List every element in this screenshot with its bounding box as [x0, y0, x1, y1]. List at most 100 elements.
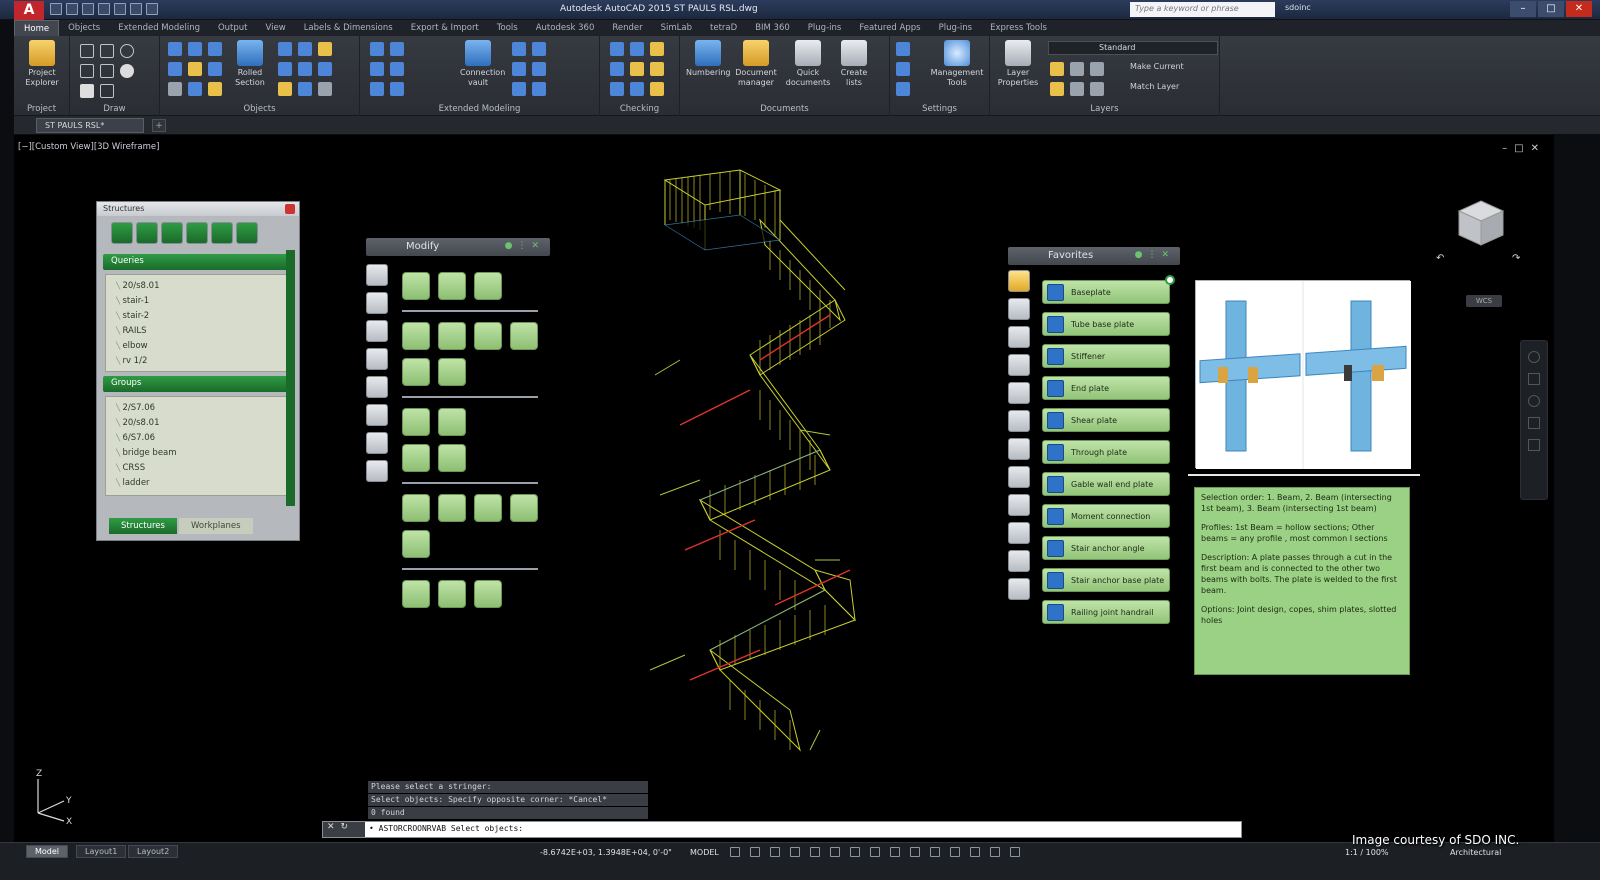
column-split-icon[interactable]: [474, 494, 502, 522]
export-icon[interactable]: [211, 222, 233, 244]
wrench-icon[interactable]: [366, 292, 388, 314]
view-icon[interactable]: [236, 222, 258, 244]
layer-isolate-icon[interactable]: [1050, 82, 1064, 96]
rectangle-icon[interactable]: [100, 64, 114, 78]
beam-icon[interactable]: [168, 42, 182, 56]
tab-workplanes[interactable]: Workplanes: [178, 518, 253, 534]
star-icon[interactable]: [1008, 270, 1030, 292]
modify-toolbar-header[interactable]: Modify ●⋮✕: [366, 238, 550, 256]
model-space-toggle[interactable]: MODEL: [690, 848, 719, 857]
save-icon[interactable]: [82, 3, 94, 15]
weld-icon[interactable]: [188, 62, 202, 76]
shape-plate-icon[interactable]: [402, 494, 430, 522]
lineweight-toggle-icon[interactable]: [850, 847, 860, 857]
new-group-icon[interactable]: [111, 222, 133, 244]
document-tab[interactable]: ST PAULS RSL*: [36, 118, 144, 133]
layer-lock-icon[interactable]: [1090, 62, 1104, 76]
numbering-button[interactable]: Numbering: [686, 40, 731, 78]
ucs-icon[interactable]: [366, 348, 388, 370]
transparency-toggle-icon[interactable]: [870, 847, 880, 857]
list-item[interactable]: rv 1/2: [116, 354, 280, 369]
fav-moment-connection[interactable]: Moment connection: [1042, 504, 1170, 528]
validate-icon[interactable]: [650, 82, 664, 96]
collision-icon[interactable]: [630, 42, 644, 56]
osnap-toggle-icon[interactable]: [810, 847, 820, 857]
tab-render[interactable]: Render: [603, 20, 651, 36]
scatter-icon[interactable]: [438, 358, 466, 386]
list-item[interactable]: stair-1: [116, 294, 280, 309]
special-part-icon[interactable]: [318, 42, 332, 56]
settings-1-icon[interactable]: [896, 42, 910, 56]
command-line-buttons[interactable]: ✕↻: [323, 822, 365, 837]
shorten-icon[interactable]: [208, 62, 222, 76]
split-icon[interactable]: [402, 358, 430, 386]
3d-osnap-icon[interactable]: [910, 847, 920, 857]
anchor-icon[interactable]: [278, 62, 292, 76]
selection-filter-icon[interactable]: [950, 847, 960, 857]
undo-icon[interactable]: [130, 3, 142, 15]
line-icon[interactable]: [80, 44, 94, 58]
splice-icon[interactable]: [1008, 382, 1030, 404]
poly-beam-icon[interactable]: [298, 42, 312, 56]
array-icon[interactable]: [474, 322, 502, 350]
tab-layout1[interactable]: Layout1: [76, 845, 127, 858]
frame-plate-icon[interactable]: [402, 530, 430, 558]
queries-header[interactable]: Queries: [103, 254, 293, 270]
ortho-toggle-icon[interactable]: [770, 847, 780, 857]
fav-baseplate[interactable]: Baseplate: [1042, 280, 1170, 304]
pin-icon[interactable]: [1165, 275, 1175, 285]
audit-icon[interactable]: [650, 42, 664, 56]
favorites-header[interactable]: Favorites ●⋮✕: [1008, 247, 1180, 265]
list-item[interactable]: elbow: [116, 339, 280, 354]
display-icon[interactable]: [610, 82, 624, 96]
make-current-button[interactable]: Make Current: [1130, 62, 1184, 71]
tab-export-import[interactable]: Export & Import: [402, 20, 488, 36]
connection-vault-button[interactable]: Connection vault: [460, 40, 505, 88]
plate-icon[interactable]: [208, 42, 222, 56]
rectangle-plate-icon[interactable]: [402, 408, 430, 436]
fav-shear-plate[interactable]: Shear plate: [1042, 408, 1170, 432]
tab-output[interactable]: Output: [209, 20, 257, 36]
column-connection-icon[interactable]: [1008, 326, 1030, 348]
list-icon[interactable]: [161, 222, 183, 244]
create-lists-button[interactable]: Create lists: [834, 40, 874, 88]
annotation-visibility-icon[interactable]: [990, 847, 1000, 857]
quick-documents-button[interactable]: Quick documents: [784, 40, 832, 88]
list-item[interactable]: 2/S7.06: [116, 401, 280, 416]
spline-icon[interactable]: [80, 64, 94, 78]
slot-icon[interactable]: [402, 580, 430, 608]
project-explorer-button[interactable]: Project Explorer: [24, 40, 60, 88]
grid-icon[interactable]: [168, 82, 182, 96]
fav-railing-joint-handrail[interactable]: Railing joint handrail: [1042, 600, 1170, 624]
minimize-icon[interactable]: –: [1510, 1, 1536, 17]
tab-extended-modeling[interactable]: Extended Modeling: [109, 20, 209, 36]
list-item[interactable]: RAILS: [116, 324, 280, 339]
tab-labels-dimensions[interactable]: Labels & Dimensions: [295, 20, 402, 36]
tab-tetrad[interactable]: tetraD: [701, 20, 746, 36]
marker-icon[interactable]: [610, 62, 624, 76]
list-item[interactable]: 20/s8.01: [116, 279, 280, 294]
joint-3-icon[interactable]: [512, 62, 526, 76]
tab-structures[interactable]: Structures: [109, 518, 177, 534]
search-input[interactable]: Type a keyword or phrase: [1130, 2, 1275, 17]
miter-icon[interactable]: [208, 82, 222, 96]
column-icon[interactable]: [188, 42, 202, 56]
tab-objects[interactable]: Objects: [59, 20, 109, 36]
stud-icon[interactable]: [278, 82, 292, 96]
print-icon[interactable]: [114, 3, 126, 15]
pan-icon[interactable]: [1528, 373, 1540, 385]
save-as-icon[interactable]: [98, 3, 110, 15]
orbit-icon[interactable]: [1528, 417, 1540, 429]
layer-off-icon[interactable]: [1070, 82, 1084, 96]
user-account[interactable]: sdoinc: [1285, 3, 1311, 12]
pen-icon[interactable]: [366, 264, 388, 286]
new-file-icon[interactable]: [50, 3, 62, 15]
rotate-icon[interactable]: [402, 322, 430, 350]
viewport-label[interactable]: [−][Custom View][3D Wireframe]: [18, 142, 159, 152]
search-model-icon[interactable]: [630, 62, 644, 76]
region-icon[interactable]: [100, 84, 114, 98]
layer-freeze-icon[interactable]: [1070, 62, 1084, 76]
list-item[interactable]: CRSS: [116, 461, 280, 476]
tab-autodesk-360[interactable]: Autodesk 360: [527, 20, 604, 36]
document-manager-button[interactable]: Document manager: [732, 40, 780, 88]
